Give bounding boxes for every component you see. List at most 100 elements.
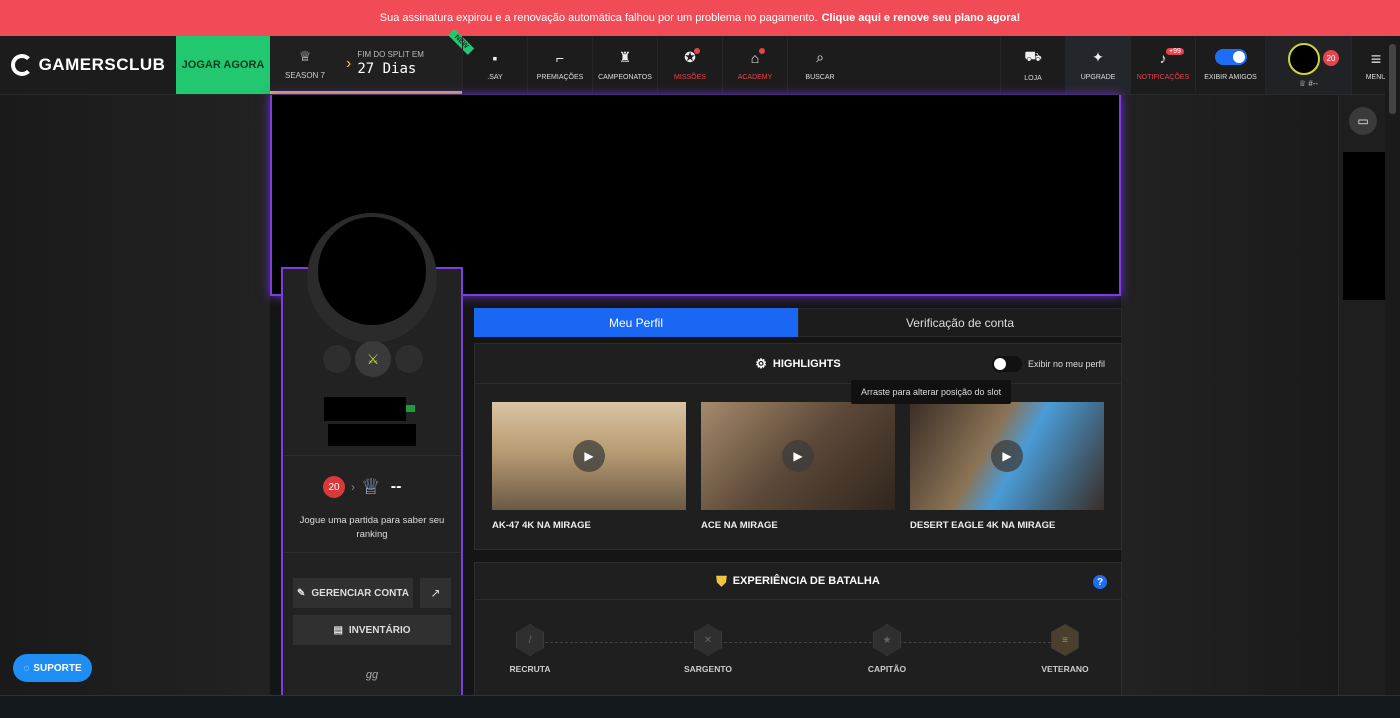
rank-hint: Jogue uma partida para saber seu ranking [299, 515, 445, 540]
inventory-label: INVENTÁRIO [348, 624, 411, 636]
rank-progress-line [530, 642, 1066, 643]
video-card[interactable]: ▶ DESERT EAGLE 4K NA MIRAGE [910, 402, 1104, 531]
nav-campeonatos-label: CAMPEONATOS [598, 74, 652, 81]
video-thumbnail[interactable]: ▶ [910, 402, 1104, 510]
logo[interactable]: GAMERSCLUB [0, 36, 176, 94]
highlights-title: HIGHLIGHTS [772, 357, 841, 370]
taskbar-strip [0, 695, 1400, 718]
play-icon[interactable]: ▶ [573, 440, 605, 472]
nav-loja[interactable]: ⛟ LOJA [1000, 36, 1065, 94]
support-label: SUPORTE [33, 662, 82, 674]
slot-tooltip: Arraste para alterar posição do slot [851, 380, 1012, 404]
play-icon[interactable]: ▶ [782, 440, 814, 472]
manage-account-button[interactable]: ✎ GERENCIAR CONTA [293, 578, 413, 608]
nav-academy[interactable]: ⌂ ACADEMY [722, 36, 787, 94]
medal-slot[interactable] [395, 345, 423, 373]
rank-label: VETERANO [1041, 664, 1089, 674]
medal-slot[interactable] [323, 345, 351, 373]
split-label: FIM DO SPLIT EM [357, 50, 424, 59]
profile-bio: gg [365, 669, 379, 681]
subtitle-redacted [328, 424, 416, 446]
chat-icon: ▪ [492, 49, 498, 66]
highlights-toggle[interactable] [991, 356, 1022, 372]
nav-say-label: .SAY [487, 73, 503, 81]
recruta-icon: / [516, 624, 544, 656]
nav-premiacoes-label: PREMIAÇÕES [536, 73, 584, 81]
box-icon: ▤ [333, 624, 343, 636]
inventory-button[interactable]: ▤ INVENTÁRIO [293, 615, 451, 645]
tab-meu-perfil[interactable]: Meu Perfil [474, 308, 798, 337]
nav-campeonatos[interactable]: ♜ CAMPEONATOS [592, 36, 657, 94]
alert-renew-link[interactable]: Clique aqui e renove seu plano agora! [822, 12, 1021, 24]
rifle-medal-icon[interactable]: ⚔ [355, 341, 391, 377]
nav-buscar-label: BUSCAR [805, 74, 835, 81]
search-icon: ⌕ [816, 49, 824, 65]
pencil-icon: ✎ [297, 587, 306, 599]
video-card[interactable]: ▶ AK-47 4K NA MIRAGE [492, 402, 686, 531]
share-button[interactable]: ↗ [420, 578, 451, 608]
user-tag: ♕ #-- [1298, 78, 1319, 88]
crown-icon: ♕ [361, 474, 381, 499]
menu-label: MENU [1365, 74, 1387, 81]
cart-icon: ⛟ [1024, 48, 1042, 64]
background-right [1121, 95, 1338, 695]
show-friends-label: EXIBIR AMIGOS [1204, 74, 1257, 81]
rail-banner [1343, 152, 1386, 300]
scrollbar-thumb[interactable] [1389, 44, 1396, 114]
friends-toggle-switch[interactable] [1214, 49, 1247, 65]
rank-veterano: ≡ VETERANO [1020, 624, 1110, 674]
split-days: 27 Dias [357, 61, 417, 77]
play-now-button[interactable]: JOGAR AGORA [176, 36, 270, 94]
notifications-count: +99 [1166, 48, 1184, 55]
avatar[interactable] [1287, 42, 1320, 75]
chat-bubble-icon: ◌ [23, 662, 30, 674]
share-icon: ↗ [430, 586, 441, 600]
show-friends-toggle[interactable]: EXIBIR AMIGOS [1195, 36, 1265, 94]
support-button[interactable]: ◌ SUPORTE [13, 654, 92, 682]
video-thumbnail[interactable]: ▶ [701, 402, 895, 510]
user-tag-text: #-- [1308, 78, 1319, 88]
nav-missoes-label: MISSÕES [674, 74, 706, 81]
nav-premiacoes[interactable]: ⌐ PREMIAÇÕES [527, 36, 592, 94]
chat-button[interactable]: ▭ [1349, 107, 1377, 135]
user-level-badge: 20 [1323, 50, 1339, 66]
nav-missoes[interactable]: ✪ MISSÕES [657, 36, 722, 94]
capitao-icon: ★ [873, 624, 901, 656]
video-card[interactable]: ▶ ACE NA MIRAGE [701, 402, 895, 531]
video-thumbnail[interactable]: ▶ [492, 402, 686, 510]
right-rail: ▭ [1338, 95, 1386, 695]
profile-card: ⚔ 20 › ♕ -- Jogue uma partida para saber… [281, 213, 463, 695]
user-menu[interactable]: 20 ♕ #-- [1265, 36, 1351, 94]
username-redacted [324, 397, 406, 421]
video-title: ACE NA MIRAGE [701, 520, 778, 531]
nav-buscar[interactable]: ⌕ BUSCAR [787, 36, 852, 94]
chevron-right-icon: › [351, 480, 355, 494]
alert-text: Sua assinatura expirou e a renovação aut… [379, 12, 818, 24]
nav-notificacoes-label: NOTIFICAÇÕES [1136, 73, 1190, 81]
nav-upgrade[interactable]: ✦ UPGRADE [1065, 36, 1130, 94]
tab-verificacao[interactable]: Verificação de conta [798, 308, 1122, 337]
hamburger-icon: ≡ [1370, 49, 1382, 69]
play-icon[interactable]: ▶ [991, 440, 1023, 472]
trophy-icon: ♜ [618, 49, 632, 65]
nav-notificacoes[interactable]: ♪ +99 NOTIFICAÇÕES [1130, 36, 1195, 94]
rank-value: -- [390, 478, 402, 495]
notification-dot [694, 48, 700, 54]
shield-icon: ⛊ [716, 572, 727, 589]
highlights-panel: ⚙ HIGHLIGHTS Exibir no meu perfil ▶ AK-4… [474, 343, 1122, 550]
season-label: SEASON 7 [284, 70, 325, 80]
rank-label: SARGENTO [683, 664, 733, 674]
level-badge: 20 [323, 476, 345, 498]
veterano-icon: ≡ [1051, 624, 1079, 656]
nav-say[interactable]: ▪ .SAY [462, 36, 527, 94]
profile-avatar[interactable] [318, 217, 426, 325]
season-widget[interactable]: ♕ SEASON 7 › FIM DO SPLIT EM 27 Dias NEW [270, 28, 475, 94]
academy-icon: ⌂ [750, 49, 760, 66]
manage-account-label: GERENCIAR CONTA [311, 587, 409, 599]
highlights-visibility[interactable]: Exibir no meu perfil [991, 356, 1105, 372]
help-icon[interactable]: ? [1093, 575, 1107, 589]
scrollbar[interactable] [1385, 36, 1400, 696]
rank-block: 20 › ♕ -- Jogue uma partida para saber s… [283, 455, 461, 553]
subscription-alert-bar[interactable]: Sua assinatura expirou e a renovação aut… [0, 0, 1400, 36]
crown-icon: ♕ [298, 47, 312, 64]
